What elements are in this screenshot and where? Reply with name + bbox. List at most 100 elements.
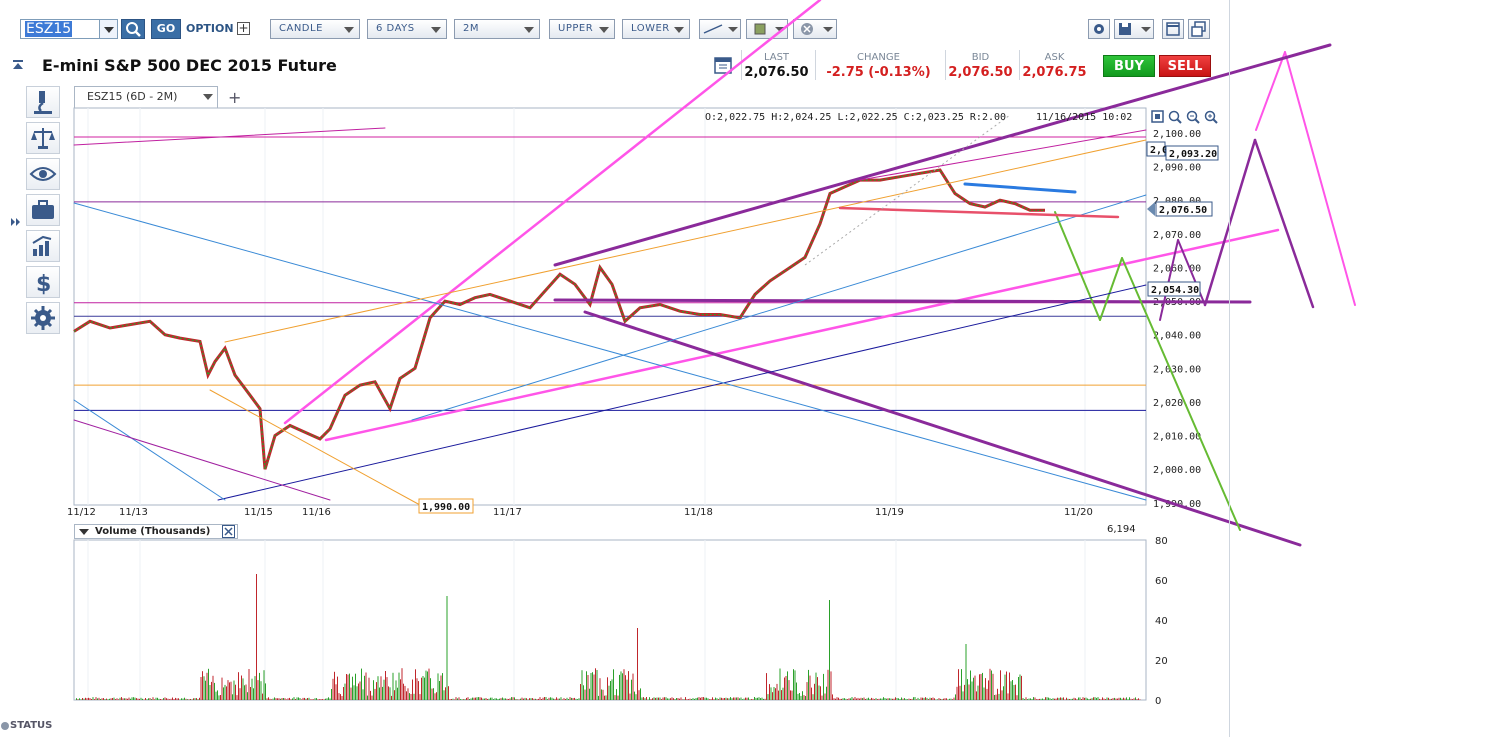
volume-bar: [242, 678, 244, 700]
close-icon[interactable]: [222, 525, 235, 538]
volume-bar: [731, 698, 733, 700]
volume-bar: [401, 668, 403, 700]
volume-bar: [118, 699, 119, 700]
volume-bar: [1007, 693, 1009, 700]
price-tick-label: 2,010.00: [1153, 432, 1201, 443]
volume-bar: [782, 687, 784, 700]
volume-bar: [499, 698, 500, 700]
volume-bar: [1109, 698, 1111, 700]
zoom-controls[interactable]: [1150, 109, 1220, 125]
volume-bar: [874, 699, 875, 700]
volume-bar: [920, 697, 922, 700]
volume-bar: [121, 697, 122, 700]
volume-bar: [1129, 697, 1130, 700]
volume-bar: [347, 674, 349, 700]
volume-bar: [190, 699, 191, 700]
volume-bar: [884, 698, 886, 700]
volume-bar: [1025, 697, 1027, 700]
volume-bar: [518, 699, 520, 700]
volume-bar: [76, 698, 77, 700]
volume-bar: [226, 686, 227, 700]
zoom-in-plus-icon: [1204, 110, 1218, 124]
volume-bar: [916, 699, 917, 700]
volume-bar: [211, 681, 212, 700]
volume-bar: [772, 692, 773, 700]
volume-bar: [470, 698, 472, 700]
volume-bar: [247, 692, 248, 700]
volume-bar: [800, 695, 802, 700]
volume-bar: [956, 686, 958, 700]
volume-bar: [560, 697, 562, 700]
price-tick-label: 2,060.00: [1153, 263, 1201, 274]
volume-bar: [422, 676, 424, 700]
volume-bar: [176, 698, 178, 700]
volume-bar: [496, 698, 497, 700]
volume-bar: [533, 698, 535, 700]
status-icon: [1, 722, 9, 730]
volume-bar: [896, 698, 898, 700]
volume-bar: [1033, 697, 1034, 700]
volume-bar: [559, 698, 560, 700]
volume-bar: [841, 698, 842, 700]
volume-bar: [131, 697, 133, 700]
volume-bar: [251, 678, 253, 700]
volume-bar: [475, 697, 476, 700]
volume-bar: [103, 698, 104, 700]
volume-bar: [1070, 698, 1072, 700]
volume-bar: [622, 673, 623, 700]
volume-bar: [1076, 699, 1078, 700]
volume-bar: [632, 673, 634, 700]
volume-bar: [947, 699, 949, 700]
volume-bar: [122, 698, 124, 700]
volume-bar: [890, 698, 892, 700]
purple-horizontal-line: [553, 298, 1252, 304]
volume-bar: [766, 673, 767, 700]
volume-bar: [344, 683, 346, 700]
volume-bar: [205, 680, 206, 700]
volume-bar: [1009, 672, 1010, 700]
volume-bar: [418, 681, 419, 700]
volume-bar: [955, 694, 956, 700]
volume-bar: [895, 697, 896, 700]
volume-bar: [1094, 697, 1096, 700]
volume-bar: [389, 687, 391, 700]
volume-bar: [382, 686, 383, 700]
zoom-out-icon: [1186, 110, 1200, 124]
volume-bar: [289, 697, 290, 700]
volume-bar: [830, 671, 832, 700]
volume-bar: [668, 698, 670, 700]
volume-bar: [466, 697, 467, 700]
volume-bar: [112, 698, 113, 700]
purple-projection-line: [1203, 138, 1257, 307]
volume-bar: [469, 699, 470, 700]
volume-bar: [512, 697, 514, 700]
volume-bar: [530, 698, 532, 700]
volume-bar: [607, 677, 608, 700]
volume-bar: [320, 699, 322, 700]
volume-bar: [1063, 697, 1064, 700]
volume-bar: [436, 692, 437, 700]
volume-bar: [847, 699, 848, 700]
price-chart[interactable]: 2,100.002,090.002,080.002,070.002,060.00…: [0, 0, 1490, 737]
volume-bar: [383, 679, 385, 700]
volume-bar: [979, 674, 980, 700]
volume-bar: [1103, 698, 1105, 700]
volume-bar: [220, 695, 221, 700]
volume-bar: [236, 695, 238, 700]
volume-bar: [935, 699, 937, 700]
zoom-in-icon: [1168, 110, 1182, 124]
volume-bar: [305, 698, 307, 700]
volume-bar: [379, 687, 380, 700]
volume-bar: [728, 698, 730, 700]
volume-bar: [304, 697, 305, 700]
volume-bar: [283, 698, 284, 700]
volume-bar: [638, 690, 640, 700]
volume-bar: [932, 697, 934, 700]
volume-bar: [455, 697, 457, 700]
volume-bar: [1036, 699, 1037, 700]
volume-bar: [458, 697, 460, 700]
volume-bar: [758, 697, 760, 700]
volume-bar: [1048, 697, 1049, 700]
price-tick-label: 2,020.00: [1153, 398, 1201, 409]
volume-bar: [125, 698, 127, 700]
